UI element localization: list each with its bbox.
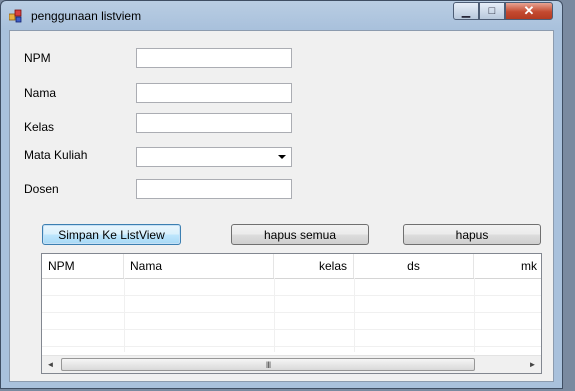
scrollbar-grip-icon: III	[265, 359, 271, 370]
simpan-ke-listview-button[interactable]: Simpan Ke ListView	[42, 224, 181, 245]
dosen-input[interactable]	[136, 179, 292, 199]
empty-grid-row	[42, 312, 541, 330]
mata-kuliah-combobox[interactable]	[136, 147, 292, 167]
minimize-icon: ▁	[461, 5, 471, 18]
column-gridline	[474, 278, 475, 352]
column-header-nama[interactable]: Nama	[124, 254, 274, 278]
column-header-npm[interactable]: NPM	[42, 254, 124, 278]
hapus-semua-button[interactable]: hapus semua	[231, 224, 369, 245]
column-gridline	[354, 278, 355, 352]
mata-kuliah-label: Mata Kuliah	[24, 148, 88, 162]
app-icon	[9, 9, 22, 23]
close-icon: ✕	[523, 3, 535, 18]
horizontal-scrollbar[interactable]: ◄ III ►	[42, 355, 541, 373]
empty-grid-row	[42, 295, 541, 313]
column-header-mk[interactable]: mk	[474, 254, 541, 278]
data-listview[interactable]: NPM Nama kelas ds mk ◄ III ►	[41, 253, 542, 374]
kelas-input[interactable]	[136, 113, 292, 133]
scroll-left-icon[interactable]: ◄	[42, 356, 59, 373]
column-header-kelas[interactable]: kelas	[274, 254, 354, 278]
nama-input[interactable]	[136, 83, 292, 103]
column-gridline	[274, 278, 275, 352]
window-title: penggunaan listviem	[31, 9, 142, 23]
kelas-label: Kelas	[24, 120, 55, 134]
close-button[interactable]: ✕	[505, 2, 553, 20]
npm-input[interactable]	[136, 48, 292, 68]
empty-grid-row	[42, 278, 541, 296]
column-gridline	[124, 278, 125, 352]
hapus-button[interactable]: hapus	[403, 224, 541, 245]
column-header-ds[interactable]: ds	[354, 254, 474, 278]
minimize-button[interactable]: ▁	[453, 2, 479, 20]
scroll-right-icon[interactable]: ►	[524, 356, 541, 373]
title-bar[interactable]: penggunaan listviem ▁ □ ✕	[1, 1, 562, 29]
npm-label: NPM	[24, 51, 51, 65]
listview-header: NPM Nama kelas ds mk	[42, 254, 541, 279]
app-window: penggunaan listviem ▁ □ ✕ NPM Nama Kelas…	[0, 0, 563, 389]
empty-grid-row	[42, 329, 541, 347]
form-client-area: NPM Nama Kelas Mata Kuliah Dosen Simpan …	[9, 30, 554, 382]
scrollbar-thumb[interactable]: III	[61, 358, 475, 371]
dosen-label: Dosen	[24, 182, 59, 196]
nama-label: Nama	[24, 86, 57, 100]
maximize-icon: □	[488, 5, 496, 17]
dropdown-arrow-icon[interactable]	[278, 155, 286, 159]
maximize-button[interactable]: □	[479, 2, 505, 20]
